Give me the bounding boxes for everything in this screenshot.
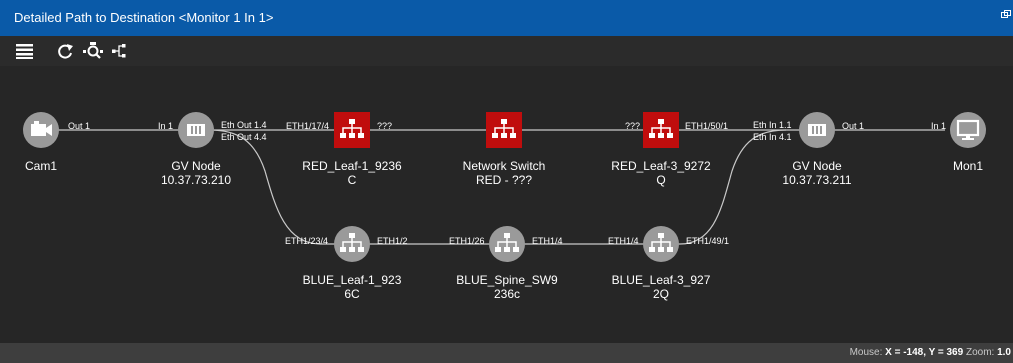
spine-sub: 236c (493, 287, 521, 301)
zoom-value: 1.0 (997, 347, 1011, 358)
topology-canvas[interactable]: Out 1 Cam1 In 1 Eth Out 1.4 Eth Out 4.4 … (0, 66, 1013, 343)
blue-leaf-3-node[interactable] (643, 226, 679, 262)
gv1-ip: 10.37.73.210 (160, 173, 232, 187)
network-switch-icon (340, 119, 364, 138)
ns-sub: RED - ??? (475, 173, 533, 187)
red3-label: RED_Leaf-3_9272 (611, 159, 711, 173)
spine-port-in: ETH1/26 (449, 236, 485, 246)
camera-icon (31, 121, 52, 136)
mouse-label: Mouse: (849, 347, 883, 358)
gv-node-2[interactable] (799, 112, 835, 148)
blue3-sub: 2Q (652, 287, 670, 301)
network-switch-icon (495, 233, 519, 252)
blue3-label: BLUE_Leaf-3_927 (611, 273, 711, 287)
network-switch-icon (340, 233, 364, 252)
gv2-port-in-2: Eth In 4.1 (753, 132, 792, 142)
gv1-label: GV Node (171, 159, 221, 173)
blue-spine-node[interactable] (489, 226, 525, 262)
topology-icon[interactable] (110, 41, 132, 61)
blue1-port-in: ETH1/23/4 (285, 236, 329, 246)
gv2-label: GV Node (792, 159, 842, 173)
gv1-port-out-1: Eth Out 1.4 (221, 120, 267, 130)
gv2-port-out: Out 1 (842, 121, 865, 131)
blue3-port-in: ETH1/4 (608, 236, 639, 246)
zoom-label: Zoom: (965, 347, 995, 358)
network-switch-icon (649, 233, 673, 252)
red-leaf-3-node[interactable] (643, 112, 679, 148)
blue1-port-out: ETH1/2 (377, 236, 408, 246)
network-switch-node[interactable] (486, 112, 522, 148)
mouse-coordinates: Mouse: X = -148, Y = 369 Zoom: 1.0 (850, 347, 1011, 358)
gv2-ip: 10.37.73.211 (782, 173, 852, 187)
status-bar: Mouse: X = -148, Y = 369 Zoom: 1.0 (0, 343, 1013, 363)
red1-label: RED_Leaf-1_9236 (302, 159, 402, 173)
monitor-icon (956, 119, 980, 140)
mon1-label: Mon1 (952, 159, 984, 173)
blue-leaf-1-node[interactable] (334, 226, 370, 262)
blue1-label: BLUE_Leaf-1_923 (302, 273, 402, 287)
gv1-port-in: In 1 (158, 121, 174, 131)
gv-node-1[interactable] (178, 112, 214, 148)
cam1-label: Cam1 (24, 159, 58, 173)
spine-port-out: ETH1/4 (532, 236, 563, 246)
list-icon[interactable] (14, 41, 36, 61)
title-bar: Detailed Path to Destination <Monitor 1 … (0, 0, 1013, 36)
red1-port-out: ??? (377, 121, 393, 131)
camera-node[interactable] (23, 112, 59, 148)
ns-label: Network Switch (462, 159, 546, 173)
mouse-xy: X = -148, Y = 369 (885, 347, 964, 358)
blue3-port-out: ETH1/49/1 (686, 236, 730, 246)
red1-sub: C (347, 173, 357, 187)
toolbar (0, 36, 1013, 66)
network-switch-icon (492, 119, 516, 138)
red3-sub: Q (656, 173, 666, 187)
gv2-port-in-1: Eth In 1.1 (753, 120, 792, 130)
mon1-port-in: In 1 (931, 121, 947, 131)
window-title: Detailed Path to Destination <Monitor 1 … (14, 10, 274, 25)
red-leaf-1-node[interactable] (334, 112, 370, 148)
gv-device-icon (187, 124, 205, 136)
red3-port-in: ??? (625, 121, 641, 131)
red3-port-out: ETH1/50/1 (685, 121, 729, 131)
spine-label: BLUE_Spine_SW9 (456, 273, 558, 287)
connection-lines (40, 129, 945, 245)
blue1-sub: 6C (344, 287, 360, 301)
refresh-icon[interactable] (54, 41, 76, 61)
network-switch-icon (649, 119, 673, 138)
gv-device-icon (808, 124, 826, 136)
device-search-icon[interactable] (82, 41, 104, 61)
red1-port-in: ETH1/17/4 (286, 121, 330, 131)
restore-window-icon[interactable] (1001, 10, 1011, 20)
gv1-port-out-2: Eth Out 4.4 (221, 132, 267, 142)
monitor-node[interactable] (950, 112, 986, 148)
cam1-port-out: Out 1 (68, 121, 91, 131)
